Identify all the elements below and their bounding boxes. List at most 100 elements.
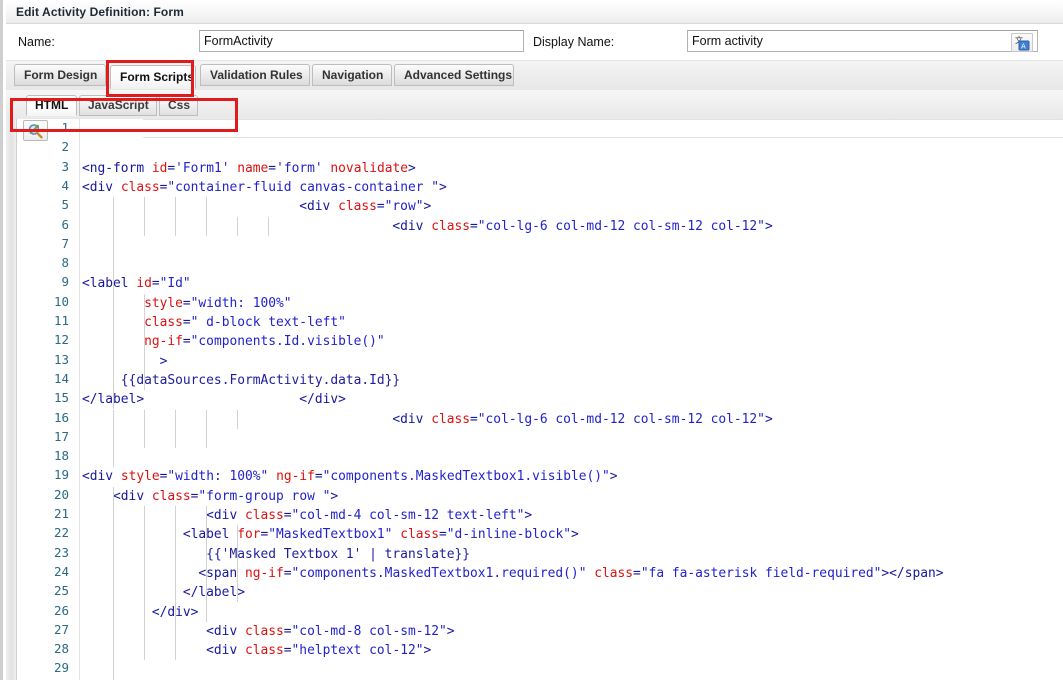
code-token: <div bbox=[206, 623, 245, 639]
code-token: = bbox=[182, 295, 191, 311]
code-token: class bbox=[244, 643, 284, 659]
code-token: > bbox=[423, 199, 432, 215]
indent-guide bbox=[144, 506, 146, 661]
code-token: class bbox=[431, 411, 471, 427]
window-title: Edit Activity Definition: Form bbox=[16, 5, 184, 19]
code-line[interactable]: <span ng-if="components.MaskedTextbox1.r… bbox=[198, 564, 943, 583]
indent-guide bbox=[206, 409, 208, 449]
code-token: = bbox=[314, 469, 323, 485]
code-token: <label bbox=[182, 527, 238, 543]
code-line[interactable]: </label> </div> bbox=[82, 390, 346, 409]
line-number: 28 bbox=[53, 641, 69, 657]
line-number: 24 bbox=[53, 563, 69, 579]
line-number: 8 bbox=[61, 255, 69, 271]
code-line[interactable]: > bbox=[160, 352, 168, 371]
code-token: "components.MaskedTextbox1.required()" bbox=[291, 565, 587, 581]
code-token: = bbox=[283, 643, 292, 659]
code-line[interactable]: class=" d-block text-left" bbox=[144, 313, 346, 332]
code-token: = bbox=[470, 411, 478, 427]
main-tab-form-design[interactable]: Form Design bbox=[14, 64, 106, 86]
line-number: 26 bbox=[53, 602, 69, 618]
indent-guide bbox=[206, 197, 208, 236]
main-tab-validation-rules[interactable]: Validation Rules bbox=[200, 64, 310, 86]
code-token: = bbox=[182, 334, 191, 350]
code-line[interactable]: </label> bbox=[183, 583, 245, 602]
code-token: <div bbox=[392, 411, 432, 427]
code-token: novalidate bbox=[330, 160, 409, 176]
code-token: > bbox=[609, 469, 618, 485]
line-number: 21 bbox=[53, 506, 69, 521]
code-token: <div bbox=[206, 643, 245, 659]
code-token: = bbox=[151, 276, 160, 292]
code-token: ng-if bbox=[276, 469, 315, 485]
line-number: 20 bbox=[53, 486, 69, 502]
main-tab-navigation[interactable]: Navigation bbox=[312, 64, 392, 86]
code-token: "row" bbox=[384, 199, 424, 215]
code-line[interactable]: <div class="col-lg-6 col-md-12 col-sm-12… bbox=[392, 410, 772, 429]
line-number: 6 bbox=[61, 216, 69, 232]
code-line[interactable]: <div class="col-md-8 col-sm-12"> bbox=[206, 622, 454, 641]
script-tab-html[interactable]: HTML bbox=[26, 95, 77, 116]
code-line[interactable]: <div class="form-group row "> bbox=[113, 487, 338, 506]
display-name-input[interactable] bbox=[687, 30, 1038, 52]
code-token: {{'Masked Textbox 1' | translate}} bbox=[206, 546, 471, 562]
indent-guide bbox=[144, 197, 146, 236]
code-token: id bbox=[151, 160, 168, 176]
code-token: > bbox=[159, 353, 168, 369]
code-line[interactable]: <label id="Id" bbox=[82, 274, 191, 293]
code-token: style bbox=[120, 469, 160, 485]
code-token: <label bbox=[82, 276, 137, 292]
code-token: 'form' bbox=[276, 160, 323, 176]
code-token: = bbox=[283, 565, 292, 581]
code-token: ng-if bbox=[144, 334, 183, 350]
code-line[interactable]: <div class="helptext col-12"> bbox=[206, 641, 431, 660]
code-token: <div bbox=[113, 488, 152, 504]
name-input[interactable] bbox=[199, 30, 524, 52]
script-tab-javascript[interactable]: JavaScript bbox=[79, 95, 157, 116]
code-line[interactable]: {{dataSources.FormActivity.data.Id}} bbox=[121, 371, 400, 390]
main-tab-advanced-settings[interactable]: Advanced Settings bbox=[394, 64, 514, 86]
indent-guide bbox=[113, 274, 115, 410]
line-number: 10 bbox=[53, 293, 69, 309]
line-number: 25 bbox=[53, 583, 69, 599]
indent-guide bbox=[113, 486, 115, 680]
code-token: > bbox=[570, 527, 579, 543]
code-token: "d-inline-block" bbox=[446, 527, 571, 543]
code-line[interactable]: ng-if="components.Id.visible()" bbox=[144, 332, 385, 351]
code-line[interactable]: style="width: 100%" bbox=[144, 294, 291, 313]
code-token: <div bbox=[299, 199, 339, 215]
find-search-icon-button[interactable] bbox=[23, 120, 48, 141]
script-tab-css[interactable]: Css bbox=[159, 95, 198, 116]
code-token: class bbox=[594, 565, 634, 581]
editor-vertical-scrollbar[interactable] bbox=[6, 119, 17, 680]
code-token: > bbox=[764, 218, 773, 234]
main-tab-form-scripts[interactable]: Form Scripts bbox=[110, 65, 196, 89]
code-editor[interactable]: 1 2 3 4 5 6 7 8 9 10 11 12 13 14 15 16 17 18 19 20 21 22 23 24 2… bbox=[6, 119, 1063, 680]
indent-guide bbox=[206, 506, 208, 622]
translate-lookup-icon-button[interactable]: 文 A bbox=[1011, 33, 1033, 52]
code-surface[interactable]: <ng-form id='Form1' name='form' novalida… bbox=[80, 119, 1063, 680]
code-line[interactable]: <div class="container-fluid canvas-conta… bbox=[82, 178, 447, 197]
code-line[interactable]: <div class="row"> bbox=[299, 197, 431, 216]
code-line[interactable]: <div class="col-md-4 col-sm-12 text-left… bbox=[206, 506, 532, 525]
code-token: </label> </div> bbox=[82, 392, 346, 408]
code-line[interactable]: <div class="col-lg-6 col-md-12 col-sm-12… bbox=[392, 217, 772, 236]
code-token: "MaskedTextbox1" bbox=[268, 527, 393, 543]
code-token: class bbox=[244, 508, 284, 523]
code-line[interactable]: <ng-form id='Form1' name='form' novalida… bbox=[82, 159, 416, 178]
code-token: "col-lg-6 col-md-12 col-sm-12 col-12" bbox=[477, 218, 765, 234]
translate-lookup-icon: 文 A bbox=[1015, 35, 1030, 51]
code-line[interactable]: {{'Masked Textbox 1' | translate}} bbox=[206, 545, 470, 564]
line-number: 9 bbox=[61, 274, 69, 290]
code-token: = bbox=[376, 199, 385, 215]
code-token: > bbox=[524, 508, 533, 523]
code-line[interactable]: <label for="MaskedTextbox1" class="d-inl… bbox=[183, 525, 579, 544]
line-number-gutter: 1 2 3 4 5 6 7 8 9 10 11 12 13 14 15 16 17 18 19 20 21 22 23 24 2… bbox=[17, 119, 80, 680]
line-number: 3 bbox=[61, 158, 69, 174]
line-number: 15 bbox=[53, 390, 69, 406]
activity-header-row: Name: Display Name: bbox=[6, 24, 1063, 61]
code-token: class bbox=[400, 527, 440, 543]
code-token: <ng-form bbox=[82, 160, 152, 176]
code-line[interactable]: <div style="width: 100%" ng-if="componen… bbox=[82, 467, 618, 486]
code-token: style bbox=[144, 295, 183, 311]
